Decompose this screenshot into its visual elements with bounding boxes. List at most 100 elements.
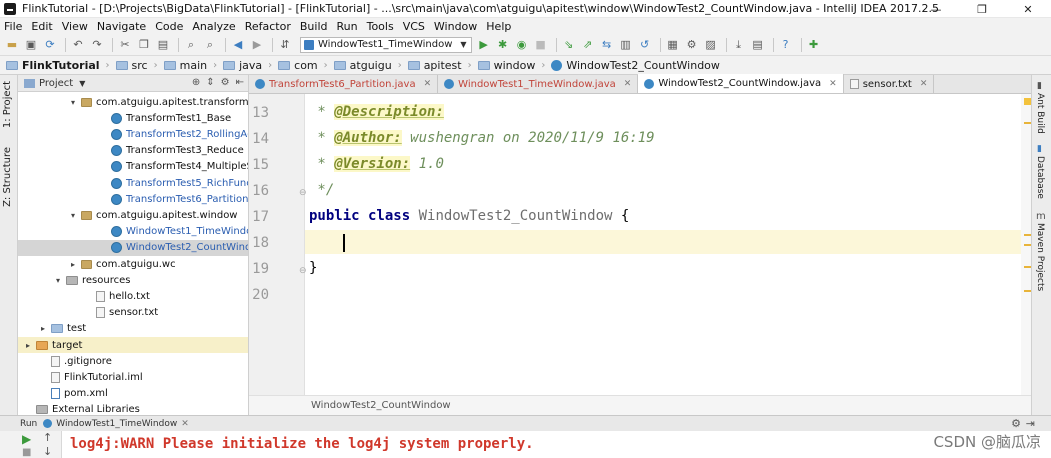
tree-item[interactable]: .gitignore	[41, 353, 112, 369]
chevron-right-icon[interactable]: ▸	[26, 341, 36, 350]
tree-item[interactable]: hello.txt	[86, 288, 150, 304]
tree-item[interactable]: sensor.txt	[86, 305, 158, 321]
tree-item[interactable]: TransformTest6_Partition	[101, 191, 248, 207]
hide-icon[interactable]: ⇤	[236, 77, 244, 88]
save-icon[interactable]: ▣	[23, 37, 39, 53]
menu-file[interactable]: File	[4, 20, 22, 33]
gear-icon[interactable]: ⚙	[221, 77, 230, 88]
vcs-compare-icon[interactable]: ⇆	[599, 37, 615, 53]
back-icon[interactable]: ◀	[230, 37, 246, 53]
chevron-right-icon[interactable]: ▸	[71, 260, 81, 269]
close-button[interactable]: ✕	[1005, 0, 1051, 18]
project-panel-title[interactable]: Project	[39, 78, 73, 89]
menu-window[interactable]: Window	[434, 20, 477, 33]
menu-tools[interactable]: Tools	[367, 20, 394, 33]
debug-icon[interactable]: ✱	[495, 37, 511, 53]
tasks-icon[interactable]: ▤	[750, 37, 766, 53]
tab-windowtest2[interactable]: WindowTest2_CountWindow.java ✕	[638, 74, 844, 93]
sdk-icon[interactable]: ▨	[703, 37, 719, 53]
open-folder-icon[interactable]: ▬	[4, 37, 20, 53]
find-icon[interactable]: ⌕	[183, 37, 199, 53]
cut-icon[interactable]: ✂	[117, 37, 133, 53]
tree-item[interactable]: WindowTest2_CountWindow	[18, 239, 248, 256]
close-icon[interactable]: ✕	[829, 79, 837, 89]
breadcrumb-class[interactable]: WindowTest2_CountWindow	[311, 400, 451, 411]
stop-icon[interactable]: ■	[533, 37, 549, 53]
paste-icon[interactable]: ▤	[155, 37, 171, 53]
locate-icon[interactable]: ⊕	[192, 77, 200, 88]
menu-build[interactable]: Build	[300, 20, 328, 33]
fold-marker-icon[interactable]: ⊖	[299, 266, 307, 276]
download-icon[interactable]: ⤓	[731, 37, 747, 53]
menu-vcs[interactable]: VCS	[403, 20, 425, 33]
tab-project[interactable]: 1: Project	[2, 81, 13, 128]
vcs-commit-icon[interactable]: ⇗	[580, 37, 596, 53]
tree-item[interactable]: FlinkTutorial.iml	[41, 369, 143, 385]
tree-item[interactable]: ▸ test	[41, 321, 86, 337]
redo-icon[interactable]: ↷	[89, 37, 105, 53]
build-icon[interactable]: ⇵	[277, 37, 293, 53]
tree-item[interactable]: ▾ com.atguigu.apitest.window	[71, 207, 238, 223]
chevron-down-icon[interactable]: ▼	[79, 79, 85, 88]
nav-crumb-src[interactable]: src ›	[115, 59, 164, 72]
tree-item[interactable]: TransformTest1_Base	[101, 110, 231, 126]
tab-transformtest6[interactable]: TransformTest6_Partition.java ✕	[249, 75, 439, 93]
revert-icon[interactable]: ↺	[637, 37, 653, 53]
tree-item[interactable]: ▸ target	[18, 337, 248, 353]
fold-marker-icon[interactable]: ⊖	[299, 188, 307, 198]
nav-crumb-apitest[interactable]: apitest ›	[407, 59, 478, 72]
rerun-icon[interactable]: ▶	[22, 432, 31, 446]
tree-item[interactable]: pom.xml	[41, 386, 108, 402]
forward-icon[interactable]: ▶	[249, 37, 265, 53]
replace-icon[interactable]: ⌕	[202, 37, 218, 53]
vcs-history-icon[interactable]: ▥	[618, 37, 634, 53]
tab-structure[interactable]: Z: Structure	[2, 147, 13, 207]
gear-icon[interactable]: ⚙	[1011, 417, 1021, 430]
menu-code[interactable]: Code	[155, 20, 183, 33]
close-icon[interactable]: ✕	[920, 79, 928, 89]
sync-icon[interactable]: ⟳	[42, 37, 58, 53]
nav-crumb-com[interactable]: com ›	[278, 59, 334, 72]
console-output[interactable]: log4j:WARN Please initialize the log4j s…	[70, 436, 534, 452]
close-icon[interactable]: ✕	[181, 419, 189, 429]
nav-crumb-java[interactable]: java ›	[223, 59, 278, 72]
tab-windowtest1[interactable]: WindowTest1_TimeWindow.java ✕	[438, 75, 639, 93]
tree-item[interactable]: ▾ resources	[56, 272, 130, 288]
tab-database[interactable]: Database	[1035, 156, 1045, 199]
tab-sensor-txt[interactable]: sensor.txt ✕	[844, 75, 935, 93]
scroll-up-icon[interactable]: ↑	[43, 431, 52, 444]
tree-item[interactable]: External Libraries	[26, 402, 140, 415]
hide-icon[interactable]: ⇥	[1026, 417, 1035, 430]
menu-navigate[interactable]: Navigate	[97, 20, 146, 33]
tree-item[interactable]: WindowTest1_TimeWindow	[101, 224, 248, 240]
tree-item[interactable]: ▸ com.atguigu.wc	[71, 256, 176, 272]
collapse-icon[interactable]: ⇕	[206, 77, 214, 88]
run-icon[interactable]: ▶	[476, 37, 492, 53]
tab-maven-projects[interactable]: Maven Projects	[1035, 223, 1045, 291]
chevron-down-icon[interactable]: ▾	[71, 211, 81, 220]
nav-crumb-window[interactable]: window ›	[477, 59, 552, 72]
run-label[interactable]: Run	[20, 419, 37, 429]
menu-view[interactable]: View	[62, 20, 88, 33]
menu-edit[interactable]: Edit	[31, 20, 52, 33]
stop-icon[interactable]: ■	[22, 447, 31, 458]
menu-refactor[interactable]: Refactor	[245, 20, 291, 33]
project-structure-icon[interactable]: ▦	[665, 37, 681, 53]
tree-item[interactable]: TransformTest2_RollingAggregation	[101, 126, 248, 142]
menu-analyze[interactable]: Analyze	[192, 20, 235, 33]
chevron-down-icon[interactable]: ▾	[71, 98, 81, 107]
tree-item[interactable]: TransformTest4_MultipleStreams	[101, 159, 248, 175]
help-icon[interactable]: ?	[778, 37, 794, 53]
minimize-button[interactable]: —	[913, 0, 959, 18]
vcs-update-icon[interactable]: ⇘	[561, 37, 577, 53]
menu-run[interactable]: Run	[337, 20, 358, 33]
tree-item[interactable]: TransformTest5_RichFunction	[101, 175, 248, 191]
code-editor[interactable]: 13 14 15 16 17 18 19 20 ⊖ ⊖ * @Descripti…	[249, 94, 1031, 395]
run-config-selector[interactable]: WindowTest1_TimeWindow ▼	[300, 36, 472, 53]
copy-icon[interactable]: ❐	[136, 37, 152, 53]
maximize-button[interactable]: ❐	[959, 0, 1005, 18]
settings-icon[interactable]: ⚙	[684, 37, 700, 53]
nav-crumb-main[interactable]: main ›	[163, 59, 223, 72]
close-icon[interactable]: ✕	[424, 79, 432, 89]
undo-icon[interactable]: ↶	[70, 37, 86, 53]
